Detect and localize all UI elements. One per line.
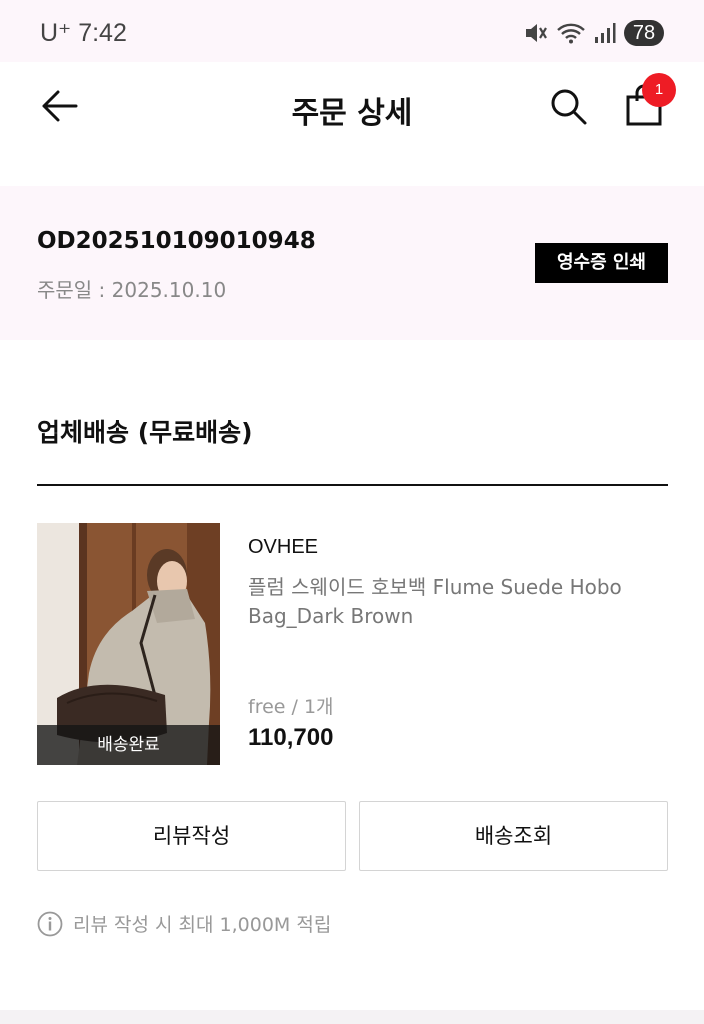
product-image[interactable]: 배송완료: [37, 523, 220, 765]
battery-indicator: 78: [624, 20, 664, 46]
bottom-divider: [0, 1010, 704, 1024]
page-title: 주문 상세: [291, 96, 413, 131]
product-price: 110,700: [248, 724, 334, 751]
delivery-status-label: 배송완료: [37, 725, 220, 765]
wifi-icon: [557, 23, 585, 44]
info-icon: [37, 911, 63, 936]
review-reward-notice: 리뷰 작성 시 최대 1,000M 적립: [37, 910, 331, 937]
track-delivery-button[interactable]: 배송조회: [359, 801, 668, 871]
product-brand: OVHEE: [248, 536, 319, 558]
status-bar: U⁺ 7:42 78: [0, 0, 704, 62]
mute-icon: [526, 24, 547, 42]
product-name[interactable]: 플럼 스웨이드 호보백 Flume Suede Hobo Bag_Dark Br…: [248, 573, 628, 631]
shipment-section-title: 업체배송 (무료배송): [37, 418, 253, 447]
order-summary: OD202510109010948 주문일 : 2025.10.10 영수증 인…: [0, 186, 704, 340]
app-bar: 주문 상세 1: [0, 62, 704, 150]
cart-count-badge: 1: [642, 73, 676, 107]
order-date: 주문일 : 2025.10.10: [37, 278, 227, 302]
status-icons: 78: [524, 20, 664, 46]
write-review-button[interactable]: 리뷰작성: [37, 801, 346, 871]
section-divider: [37, 484, 668, 486]
print-receipt-button[interactable]: 영수증 인쇄: [535, 243, 668, 283]
order-number: OD202510109010948: [37, 228, 316, 254]
notice-text: 리뷰 작성 시 최대 1,000M 적립: [73, 914, 332, 936]
search-icon[interactable]: [548, 86, 588, 126]
product-option: free / 1개: [248, 696, 334, 718]
status-time: U⁺ 7:42: [40, 19, 127, 47]
signal-icon: [595, 23, 616, 43]
